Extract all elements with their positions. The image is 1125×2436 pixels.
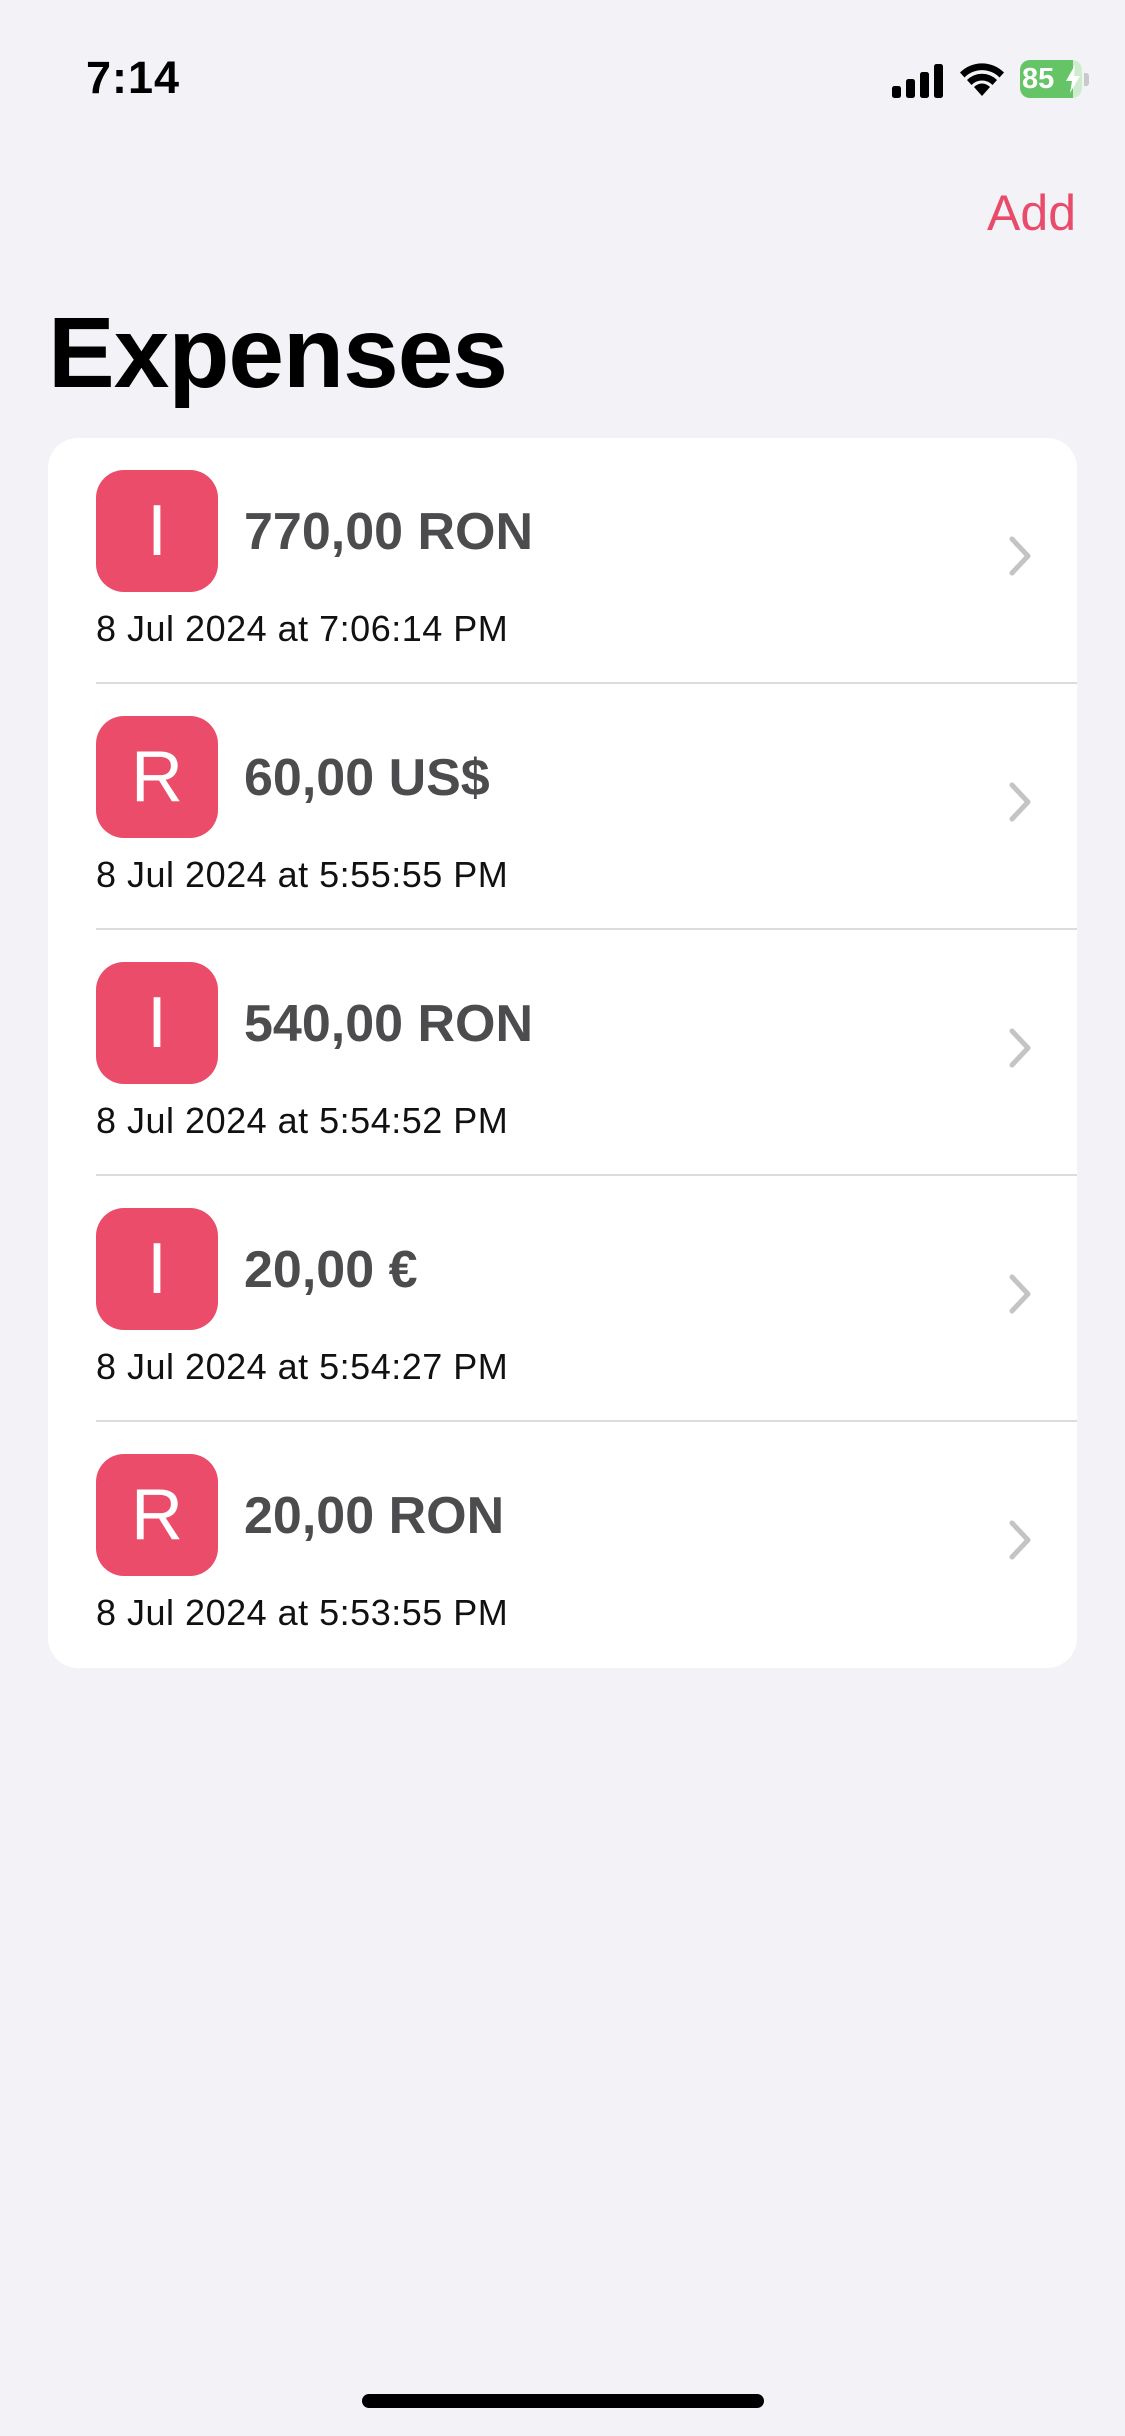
battery-level: 85 [1022, 63, 1055, 95]
status-time: 7:14 [86, 52, 181, 103]
expense-type-badge: I [96, 962, 218, 1084]
expense-amount: 20,00 € [244, 1241, 418, 1299]
expense-date: 8 Jul 2024 at 5:53:55 PM [96, 1592, 509, 1633]
chevron-right-icon [1009, 782, 1031, 822]
page-title: Expenses [48, 297, 508, 409]
expense-type-badge: R [96, 716, 218, 838]
chevron-right-icon [1009, 1520, 1031, 1560]
expense-amount: 20,00 RON [244, 1487, 505, 1545]
expense-date: 8 Jul 2024 at 5:55:55 PM [96, 854, 509, 895]
expense-row[interactable]: I 20,00 € 8 Jul 2024 at 5:54:27 PM [48, 1176, 1077, 1422]
expense-row[interactable]: I 770,00 RON 8 Jul 2024 at 7:06:14 PM [48, 438, 1077, 684]
expense-type-badge: I [96, 1208, 218, 1330]
status-bar: 7:14 85 [0, 0, 1125, 150]
expense-row[interactable]: I 540,00 RON 8 Jul 2024 at 5:54:52 PM [48, 930, 1077, 1176]
expense-type-badge: R [96, 1454, 218, 1576]
expense-date: 8 Jul 2024 at 7:06:14 PM [96, 608, 509, 649]
expense-amount: 770,00 RON [244, 503, 534, 561]
signal-icon [892, 64, 943, 98]
battery-icon: 85 [1020, 60, 1090, 98]
chevron-right-icon [1009, 1274, 1031, 1314]
wifi-icon [960, 63, 1004, 96]
chevron-right-icon [1009, 536, 1031, 576]
expense-amount: 60,00 US$ [244, 749, 490, 807]
expense-date: 8 Jul 2024 at 5:54:52 PM [96, 1100, 509, 1141]
home-indicator[interactable] [362, 2394, 764, 2408]
expense-type-badge: I [96, 470, 218, 592]
expense-list: I 770,00 RON 8 Jul 2024 at 7:06:14 PM R 60,0… [48, 438, 1077, 1668]
battery-cap [1084, 73, 1089, 86]
charging-bolt-icon [1066, 65, 1080, 93]
expense-amount: 540,00 RON [244, 995, 534, 1053]
expense-row[interactable]: R 20,00 RON 8 Jul 2024 at 5:53:55 PM [48, 1422, 1077, 1668]
chevron-right-icon [1009, 1028, 1031, 1068]
add-button[interactable]: Add [987, 184, 1076, 242]
expense-row[interactable]: R 60,00 US$ 8 Jul 2024 at 5:55:55 PM [48, 684, 1077, 930]
expense-date: 8 Jul 2024 at 5:54:27 PM [96, 1346, 509, 1387]
